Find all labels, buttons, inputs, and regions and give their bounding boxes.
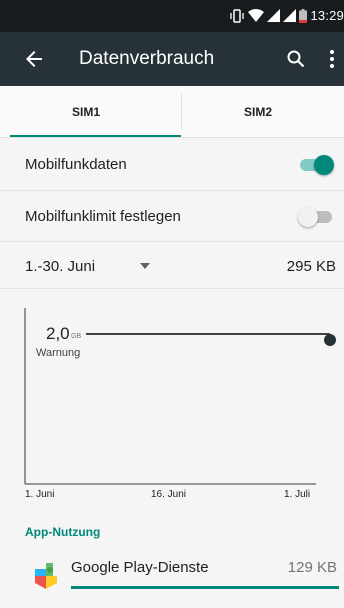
warning-unit: GB	[71, 333, 82, 340]
battery-icon	[299, 8, 308, 23]
x-tick-label: 1. Juni	[25, 489, 55, 500]
toggle-thumb	[314, 155, 334, 175]
cycle-total: 295 KB	[286, 258, 336, 275]
app-bar: Datenverbrauch	[0, 32, 344, 86]
tab-sim1[interactable]: SIM1	[0, 86, 172, 138]
arrow-back-icon[interactable]	[22, 47, 46, 71]
cycle-dropdown[interactable]: 1.-30. Juni	[25, 258, 95, 275]
cycle-row: 1.-30. Juni 295 KB	[0, 242, 344, 289]
dropdown-arrow-icon[interactable]	[140, 263, 150, 269]
app-size: 129 KB	[287, 559, 337, 576]
mobile-limit-toggle[interactable]	[298, 206, 334, 228]
app-usage-item[interactable]: Google Play-Dienste 129 KB	[0, 548, 344, 600]
usage-chart: 2,0 GB Warnung 1. Juni 16. Juni 1. Juli	[0, 290, 344, 515]
search-icon[interactable]	[284, 47, 308, 71]
warning-value: 2,0	[46, 324, 70, 343]
app-usage-header: App-Nutzung	[25, 525, 101, 539]
page-title: Datenverbrauch	[79, 48, 215, 69]
signal-icon-1	[267, 9, 281, 22]
google-play-services-icon	[33, 561, 59, 591]
sim-tabs: SIM1 SIM2	[0, 86, 344, 138]
tab-indicator	[10, 135, 181, 137]
wifi-icon	[248, 9, 265, 22]
x-tick-label: 1. Juli	[284, 489, 311, 500]
mobile-data-label: Mobilfunkdaten	[25, 156, 127, 173]
signal-icon-2	[283, 9, 297, 22]
status-bar: 13:29	[0, 0, 344, 32]
app-usage-bar	[71, 586, 339, 589]
x-tick-label: 16. Juni	[151, 489, 187, 500]
status-icons: 13:29	[229, 8, 344, 23]
warning-handle	[324, 334, 336, 346]
toggle-thumb	[298, 207, 318, 227]
status-time: 13:29	[310, 8, 344, 23]
tab-sim2[interactable]: SIM2	[172, 86, 344, 138]
mobile-limit-row[interactable]: Mobilfunklimit festlegen	[0, 191, 344, 242]
mobile-data-toggle[interactable]	[298, 154, 334, 176]
warning-label: Warnung	[36, 347, 81, 359]
more-vert-icon[interactable]	[320, 47, 344, 71]
app-name: Google Play-Dienste	[71, 559, 209, 576]
mobile-data-row[interactable]: Mobilfunkdaten	[0, 139, 344, 191]
vibrate-icon	[229, 8, 245, 23]
mobile-limit-label: Mobilfunklimit festlegen	[25, 208, 181, 225]
